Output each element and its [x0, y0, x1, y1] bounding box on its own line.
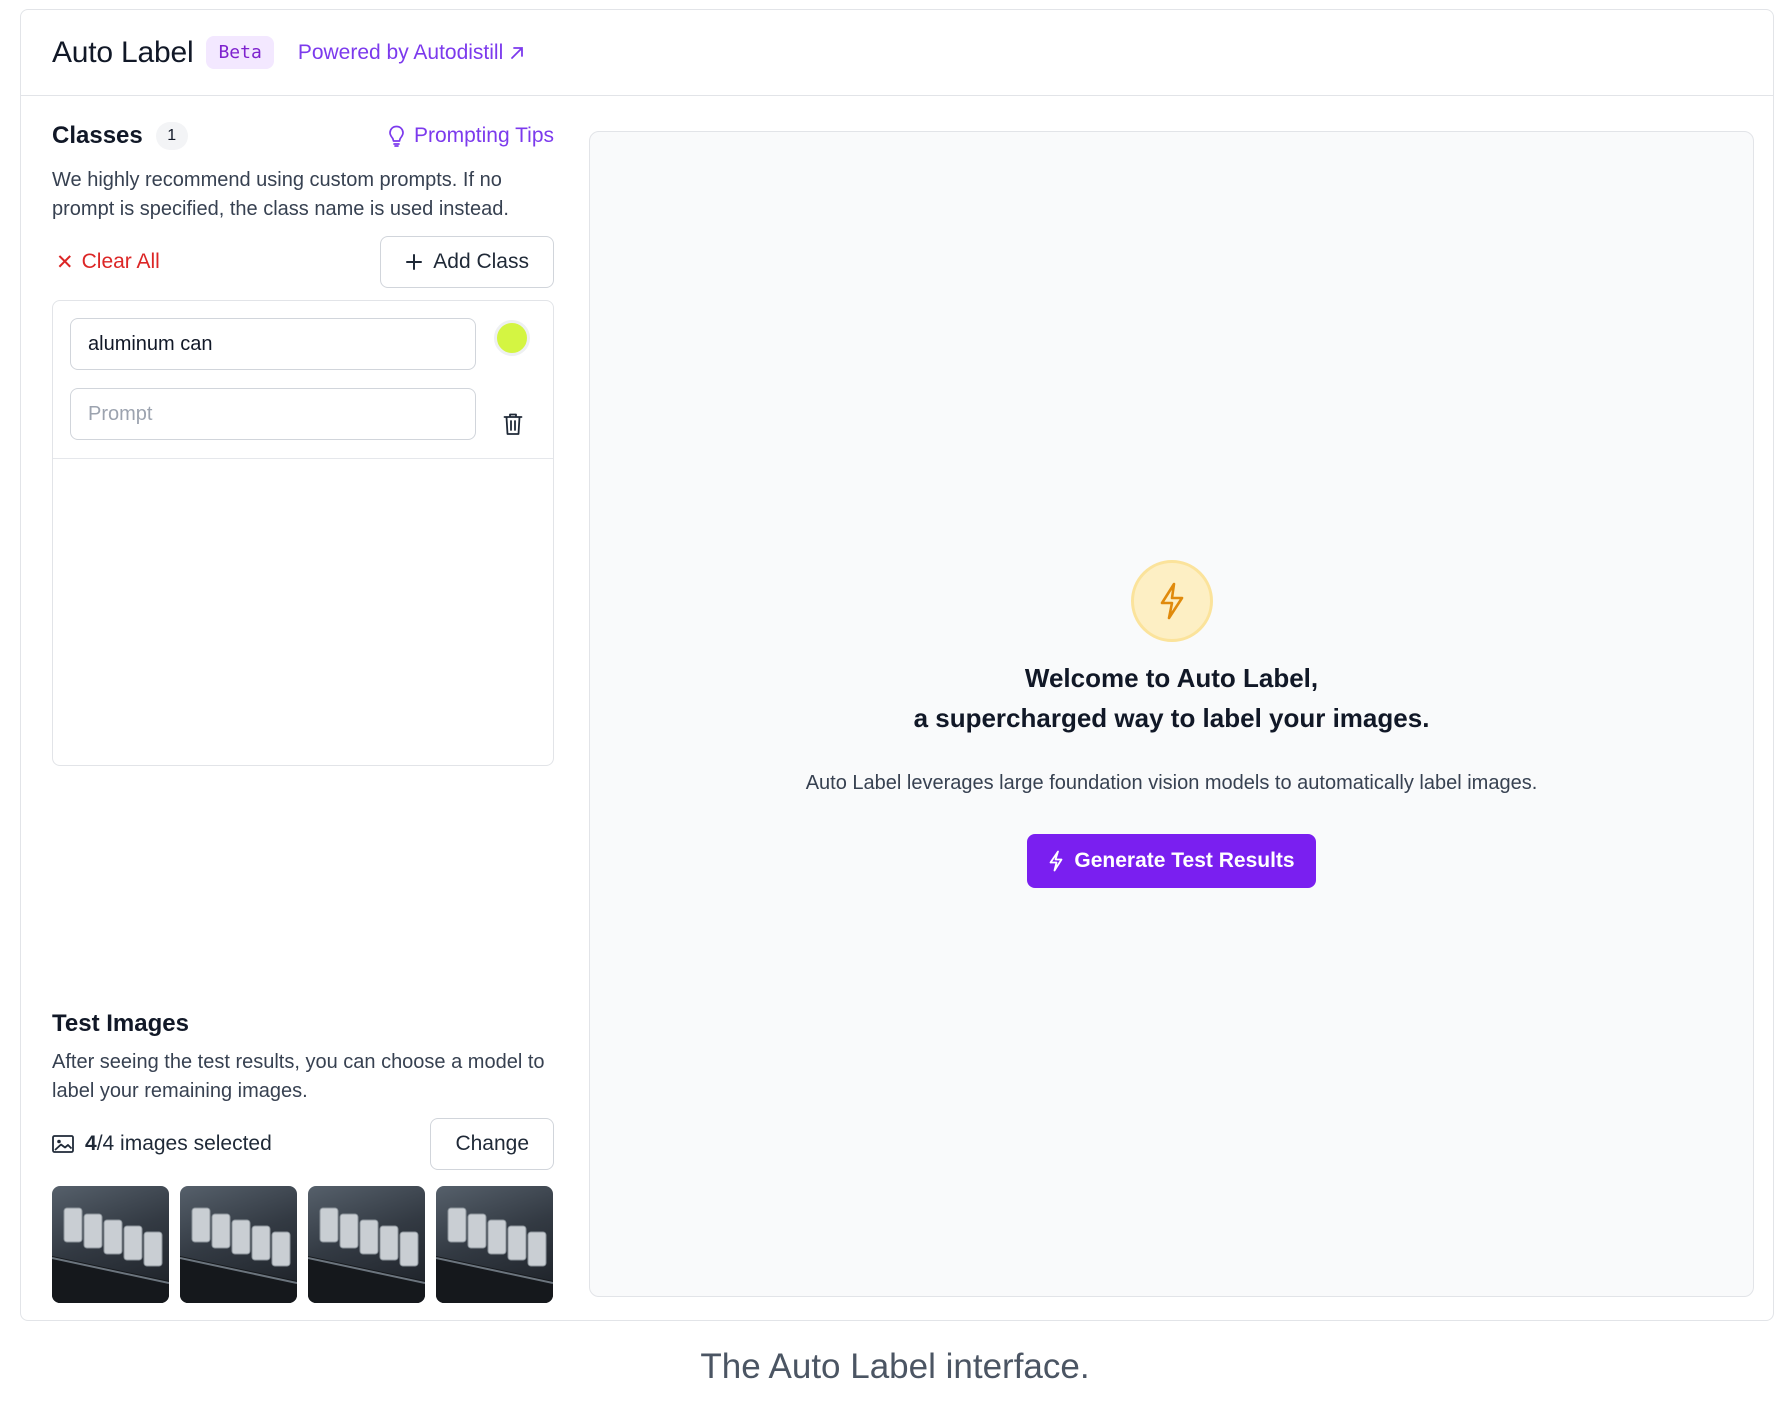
- close-icon: ✕: [56, 250, 74, 274]
- classes-section: Classes 1 Prompting Tips We highly recom…: [52, 116, 554, 766]
- lightning-bolt-icon: [1049, 850, 1063, 872]
- images-selected-summary: 4/4 images selected: [52, 1132, 272, 1156]
- trash-icon[interactable]: [503, 412, 523, 436]
- auto-label-panel: Auto Label Beta Powered by Autodistill C…: [20, 9, 1774, 1321]
- generate-test-results-button[interactable]: Generate Test Results: [1027, 834, 1316, 888]
- plus-icon: [406, 254, 423, 270]
- cans-image: [52, 1207, 169, 1303]
- results-panel: Welcome to Auto Label, a supercharged wa…: [589, 131, 1754, 1297]
- test-images-description: After seeing the test results, you can c…: [52, 1051, 545, 1102]
- clear-all-label: Clear All: [81, 250, 160, 273]
- images-selected-count: 4: [85, 1132, 97, 1155]
- cans-image: [180, 1207, 297, 1303]
- cans-image: [436, 1207, 553, 1303]
- generate-label: Generate Test Results: [1074, 849, 1295, 872]
- test-image-thumbnail[interactable]: [308, 1186, 425, 1303]
- test-image-thumbnail[interactable]: [52, 1186, 169, 1303]
- classes-description: We highly recommend using custom prompts…: [52, 169, 509, 220]
- bolt-badge: [1131, 560, 1213, 642]
- test-image-thumbnail[interactable]: [436, 1186, 553, 1303]
- thumbnail-strip: [52, 1186, 554, 1303]
- prompt-input[interactable]: Prompt: [70, 388, 476, 440]
- lightbulb-icon: [389, 125, 404, 147]
- images-selected-label: /4 images selected: [96, 1132, 272, 1155]
- figure-caption: The Auto Label interface.: [700, 1347, 1090, 1386]
- welcome-line-2: a supercharged way to label your images.: [913, 703, 1430, 733]
- page-title: Auto Label: [52, 35, 194, 69]
- cans-image: [308, 1207, 425, 1303]
- add-class-button[interactable]: Add Class: [380, 236, 554, 288]
- class-list: aluminum can Prompt: [52, 300, 554, 766]
- clear-all-button[interactable]: ✕ Clear All: [52, 250, 160, 275]
- external-link-icon: [511, 46, 524, 59]
- classes-count-badge: 1: [155, 122, 188, 150]
- class-color-swatch[interactable]: [494, 320, 530, 356]
- powered-by-label: Powered by Autodistill: [297, 40, 504, 64]
- class-name-input[interactable]: aluminum can: [70, 318, 476, 370]
- test-images-title: Test Images: [52, 1010, 189, 1037]
- welcome-heading: Welcome to Auto Label, a supercharged wa…: [590, 658, 1753, 738]
- classes-title: Classes: [52, 122, 143, 149]
- prompting-tips-link[interactable]: Prompting Tips: [387, 124, 554, 148]
- image-icon: [52, 1135, 74, 1153]
- classes-heading: Classes 1: [52, 122, 188, 150]
- lightning-bolt-icon: [1160, 582, 1184, 620]
- test-image-thumbnail[interactable]: [180, 1186, 297, 1303]
- header: Auto Label Beta Powered by Autodistill: [21, 10, 1773, 96]
- prompting-tips-label: Prompting Tips: [413, 124, 554, 147]
- class-item: aluminum can Prompt: [53, 301, 553, 459]
- test-images-section: Test Images After seeing the test result…: [52, 1010, 554, 1303]
- add-class-label: Add Class: [433, 250, 529, 273]
- beta-badge: Beta: [206, 36, 274, 69]
- welcome-description: Auto Label leverages large foundation vi…: [805, 772, 1538, 794]
- change-images-button[interactable]: Change: [430, 1118, 554, 1170]
- powered-by-link[interactable]: Powered by Autodistill: [298, 41, 525, 65]
- welcome-line-1: Welcome to Auto Label,: [1024, 663, 1319, 693]
